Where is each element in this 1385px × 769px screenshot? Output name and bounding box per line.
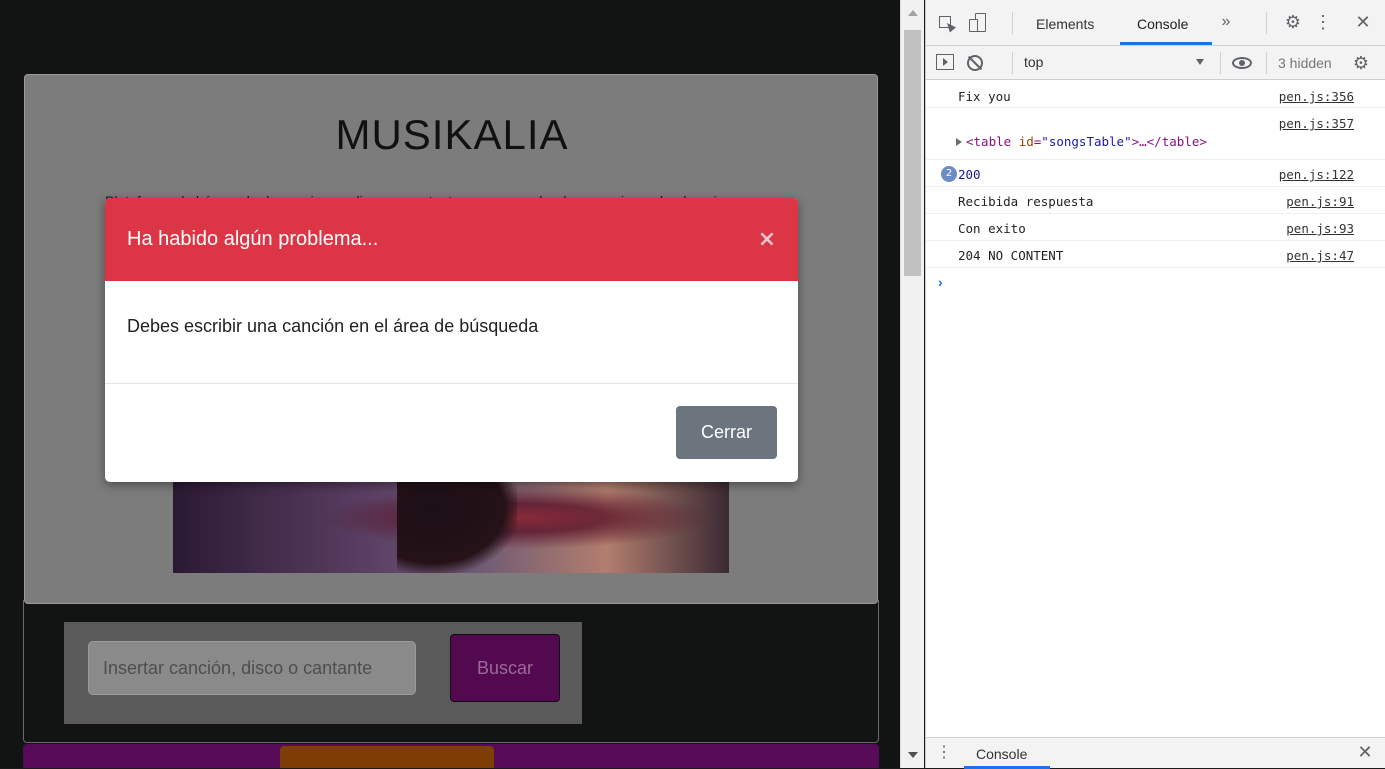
device-toolbar-icon[interactable] [968,12,990,34]
log-source-link[interactable]: pen.js:91 [1286,194,1354,209]
modal-title: Ha habido algún problema... [127,228,379,250]
close-icon[interactable]: × [753,226,781,254]
scroll-up-icon[interactable] [908,10,918,16]
log-message: 204 NO CONTENT [958,248,1064,263]
hero-silhouette [397,481,517,573]
log-entry: 204 NO CONTENT pen.js:47 [926,241,1385,268]
log-entry: Fix you pen.js:356 [926,80,1385,108]
toolbar-separator [1220,52,1221,74]
page-viewport: MUSIKALIA Plataforma de búsqueda de canc… [0,0,900,768]
eye-icon[interactable] [1232,55,1254,71]
devtools-drawer: ⋮ Console ✕ [926,737,1385,769]
tab-console[interactable]: Console [1137,16,1188,32]
modal-body-text: Debes escribir una canción en el área de… [127,316,539,336]
clear-console-icon[interactable] [966,54,984,72]
tabbar-separator [1266,12,1267,34]
settings-gear-icon[interactable]: ⚙ [1282,12,1304,34]
log-source-link[interactable]: pen.js:93 [1286,221,1354,236]
console-prompt[interactable]: › [938,274,943,290]
console-settings-icon[interactable]: ⚙ [1350,53,1372,73]
search-button[interactable]: Buscar [450,634,560,702]
search-input[interactable] [88,641,416,695]
log-entry: 2 200 pen.js:122 [926,160,1385,187]
toolbar-separator [1266,52,1267,74]
log-message: Con exito [958,221,1026,236]
repeat-count-badge: 2 [941,166,957,182]
drawer-tab-console[interactable]: Console [976,746,1027,762]
modal-divider [105,383,798,384]
log-source-link[interactable]: pen.js:357 [1279,116,1354,131]
search-panel: Buscar [64,622,582,724]
sidebar-toggle-icon[interactable] [936,54,954,70]
log-source-link[interactable]: pen.js:356 [1279,89,1354,104]
tab-elements[interactable]: Elements [1036,16,1094,32]
chevron-down-icon[interactable] [1196,59,1204,65]
close-icon[interactable]: ✕ [1352,12,1374,34]
hidden-messages-count[interactable]: 3 hidden [1278,55,1332,71]
log-source-link[interactable]: pen.js:47 [1286,248,1354,263]
table-element-preview[interactable]: <table id="songsTable">…</table> [966,134,1207,149]
tabbar-separator [1012,12,1013,34]
log-message: 200 [958,167,981,182]
toolbar-separator [1012,52,1013,74]
close-drawer-icon[interactable]: ✕ [1354,742,1376,764]
log-source-link[interactable]: pen.js:122 [1279,167,1354,182]
expand-triangle-icon[interactable] [956,138,962,146]
log-entry: Recibida respuesta pen.js:91 [926,187,1385,214]
log-message: Recibida respuesta [958,194,1094,209]
modal-header: Ha habido algún problema... × [105,198,798,281]
devtools-panel: Elements Console » ⚙ ⋮ ✕ top 3 hidden ⚙ … [925,0,1385,769]
close-button[interactable]: Cerrar [676,406,777,459]
results-tab[interactable] [280,746,494,768]
scroll-down-icon[interactable] [908,752,918,758]
devtools-tabbar: Elements Console » ⚙ ⋮ ✕ [926,0,1385,46]
drawer-menu-icon[interactable]: ⋮ [936,743,952,763]
log-message: Fix you [958,89,1011,104]
scroll-thumb[interactable] [904,30,921,276]
site-title: MUSIKALIA [335,111,569,158]
console-log: Fix you pen.js:356 pen.js:357 <table id=… [926,80,1385,268]
kebab-menu-icon[interactable]: ⋮ [1314,12,1332,34]
active-tab-indicator [1120,42,1212,45]
page-scrollbar[interactable] [900,0,924,768]
error-modal: Ha habido algún problema... × Debes escr… [105,198,798,482]
inspect-element-icon[interactable] [936,13,958,33]
context-select[interactable]: top [1024,54,1224,74]
log-entry: Con exito pen.js:93 [926,214,1385,241]
console-toolbar: top 3 hidden ⚙ [926,46,1385,80]
log-entry: pen.js:357 <table id="songsTable">…</tab… [926,108,1385,160]
more-tabs-icon[interactable]: » [1216,12,1236,32]
